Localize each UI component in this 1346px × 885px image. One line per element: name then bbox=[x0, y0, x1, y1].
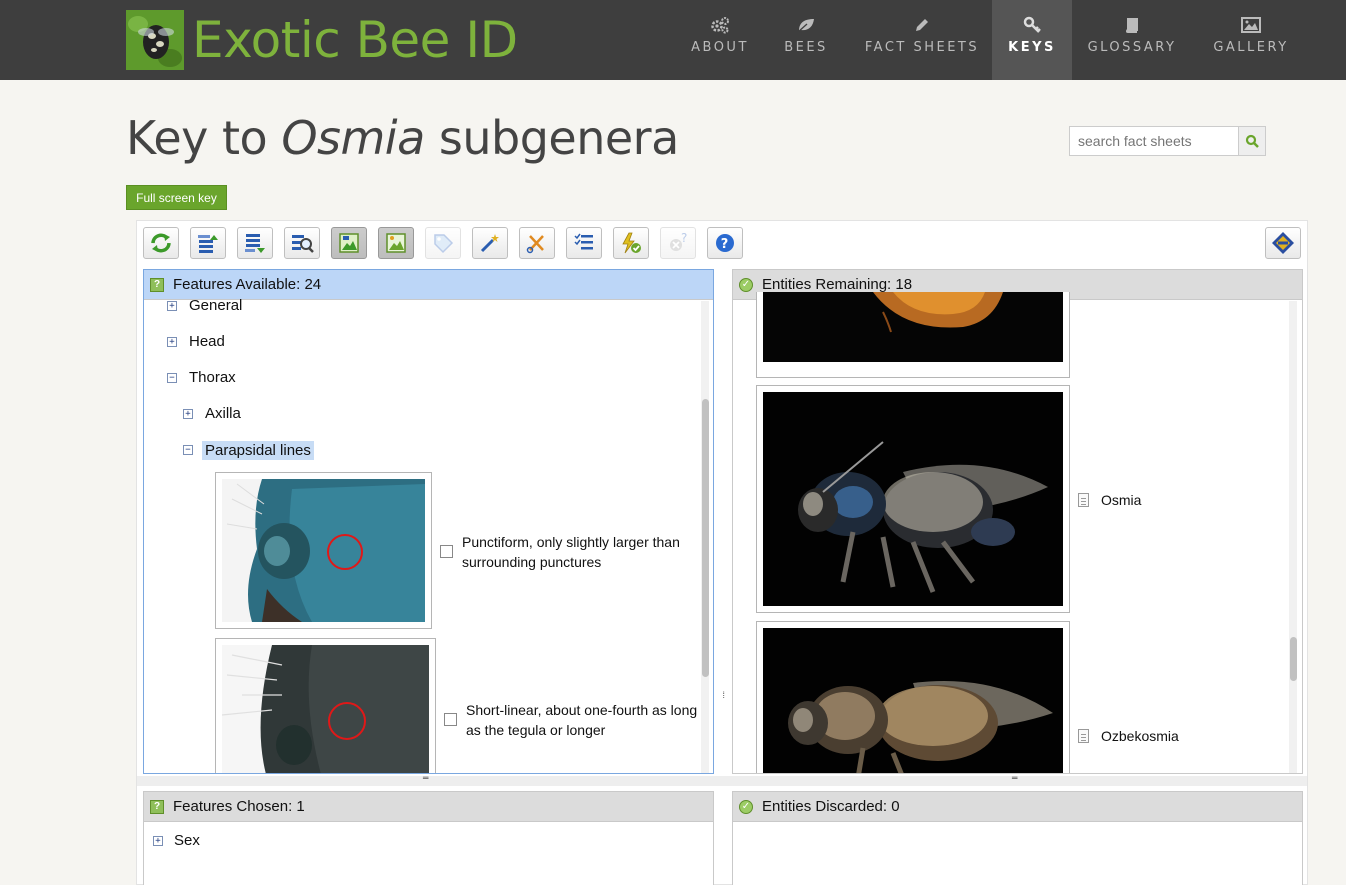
picture-icon bbox=[1241, 14, 1261, 36]
features-chosen-header: ? Features Chosen: 1 bbox=[144, 792, 713, 822]
entity-image-previous[interactable] bbox=[756, 292, 1070, 378]
lucid-key-player: ? ? ? Features Available: 24 + General +… bbox=[136, 220, 1308, 885]
leaf-icon bbox=[797, 14, 815, 36]
pencil-icon bbox=[914, 14, 930, 36]
main-nav: ABOUT BEES FACT SHEETS KEYS GLOSSARY GAL… bbox=[680, 0, 1310, 80]
tree-node-parapsidal-lines[interactable]: − Parapsidal lines bbox=[183, 441, 314, 460]
expand-icon[interactable]: + bbox=[153, 836, 163, 846]
entity-ozbekosmia[interactable]: Ozbekosmia bbox=[1078, 728, 1179, 744]
prune-button[interactable] bbox=[519, 227, 555, 259]
gears-icon bbox=[710, 14, 730, 36]
expand-icon[interactable]: + bbox=[183, 409, 193, 419]
horizontal-splitter-grip-left[interactable]: ═ bbox=[423, 774, 428, 784]
move-up-button[interactable] bbox=[190, 227, 226, 259]
help-disabled-icon: ? bbox=[670, 232, 687, 251]
key-icon bbox=[1023, 14, 1041, 36]
state-checkbox-punctiform[interactable] bbox=[440, 545, 453, 558]
find-feature-button[interactable] bbox=[284, 227, 320, 259]
entities-remaining-panel: ✓ Entities Remaining: 18 Osmia Ozbekosmi… bbox=[732, 269, 1303, 774]
features-icon: ? bbox=[150, 799, 164, 814]
features-icon: ? bbox=[150, 277, 164, 292]
best-feature-button[interactable] bbox=[472, 227, 508, 259]
full-screen-key-button[interactable]: Full screen key bbox=[126, 185, 227, 210]
page-title: Key to Osmia subgenera bbox=[126, 111, 679, 165]
state-image-punctiform[interactable] bbox=[215, 472, 432, 629]
horizontal-splitter-grip-right[interactable]: ═ bbox=[1012, 774, 1017, 784]
svg-text:?: ? bbox=[681, 232, 687, 245]
help-button[interactable]: ? bbox=[707, 227, 743, 259]
restart-key-button[interactable] bbox=[143, 227, 179, 259]
search-fact-sheets-input[interactable] bbox=[1069, 126, 1239, 156]
nav-bees[interactable]: BEES bbox=[760, 0, 852, 80]
find-icon bbox=[292, 235, 314, 253]
checklist-icon bbox=[574, 233, 593, 250]
check-circle-icon: ✓ bbox=[739, 799, 753, 814]
entities-discarded-header: ✓ Entities Discarded: 0 bbox=[733, 792, 1302, 822]
title-genus: Osmia bbox=[281, 111, 425, 165]
chosen-feature-sex[interactable]: + Sex bbox=[153, 832, 200, 849]
move-down-button[interactable] bbox=[237, 227, 273, 259]
magic-wand-icon bbox=[480, 234, 499, 253]
book-icon bbox=[1124, 14, 1140, 36]
lucid-logo-icon bbox=[1272, 232, 1294, 254]
tree-node-thorax[interactable]: − Thorax bbox=[167, 369, 236, 386]
horizontal-splitter[interactable] bbox=[137, 776, 1307, 786]
entity-image-ozbekosmia[interactable] bbox=[756, 621, 1070, 773]
lucid-info-button[interactable] bbox=[1265, 227, 1301, 259]
site-title[interactable]: Exotic Bee ID bbox=[192, 8, 518, 72]
features-scrollbar[interactable] bbox=[701, 301, 709, 773]
entity-image-osmia[interactable] bbox=[756, 385, 1070, 613]
image-toggle-button[interactable] bbox=[378, 227, 414, 259]
nav-fact-sheets[interactable]: FACT SHEETS bbox=[852, 0, 992, 80]
fact-sheet-icon[interactable] bbox=[1078, 493, 1089, 507]
vertical-splitter-grip[interactable]: ⁞ bbox=[721, 691, 726, 701]
tag-button[interactable] bbox=[425, 227, 461, 259]
entities-discarded-panel: ✓ Entities Discarded: 0 bbox=[732, 791, 1303, 885]
scissors-icon bbox=[526, 235, 544, 254]
move-up-icon bbox=[198, 235, 218, 253]
check-button[interactable] bbox=[613, 227, 649, 259]
help-icon: ? bbox=[716, 234, 734, 252]
image-view-button[interactable] bbox=[331, 227, 367, 259]
image-view-icon bbox=[339, 233, 359, 253]
restart-icon bbox=[151, 233, 171, 253]
state-checkbox-short-linear[interactable] bbox=[444, 713, 457, 726]
features-available-panel: ? Features Available: 24 + General + Hea… bbox=[143, 269, 714, 774]
tree-node-general[interactable]: + General bbox=[167, 297, 242, 314]
nav-gallery[interactable]: GALLERY bbox=[1192, 0, 1310, 80]
expand-icon[interactable]: + bbox=[167, 301, 177, 311]
search-button[interactable] bbox=[1238, 126, 1266, 156]
lightning-check-icon bbox=[622, 232, 641, 254]
tag-icon bbox=[434, 234, 454, 254]
features-available-header: ? Features Available: 24 bbox=[144, 270, 713, 300]
nav-about[interactable]: ABOUT bbox=[680, 0, 760, 80]
state-label-short-linear[interactable]: Short-linear, about one-fourth as long a… bbox=[466, 700, 706, 740]
tree-node-head[interactable]: + Head bbox=[167, 333, 225, 350]
features-chosen-panel: ? Features Chosen: 1 + Sex bbox=[143, 791, 714, 885]
nav-glossary[interactable]: GLOSSARY bbox=[1072, 0, 1192, 80]
differences-button[interactable]: ? bbox=[660, 227, 696, 259]
collapse-icon[interactable]: − bbox=[167, 373, 177, 383]
features-scrollbar-thumb[interactable] bbox=[702, 399, 709, 677]
tree-node-axilla[interactable]: + Axilla bbox=[183, 405, 241, 422]
collapse-icon[interactable]: − bbox=[183, 445, 193, 455]
feature-list-button[interactable] bbox=[566, 227, 602, 259]
entities-scrollbar[interactable] bbox=[1289, 301, 1297, 773]
site-logo-image[interactable] bbox=[126, 10, 184, 70]
image-toggle-icon bbox=[386, 233, 406, 253]
state-image-short-linear[interactable] bbox=[215, 638, 436, 773]
entity-osmia[interactable]: Osmia bbox=[1078, 492, 1141, 508]
expand-icon[interactable]: + bbox=[167, 337, 177, 347]
entities-scrollbar-thumb[interactable] bbox=[1290, 637, 1297, 681]
svg-text:?: ? bbox=[721, 237, 729, 252]
fact-sheet-icon[interactable] bbox=[1078, 729, 1089, 743]
state-label-punctiform[interactable]: Punctiform, only slightly larger than su… bbox=[462, 532, 702, 572]
check-circle-icon: ✓ bbox=[739, 277, 753, 292]
top-navigation-bar: Exotic Bee ID ABOUT BEES FACT SHEETS KEY… bbox=[0, 0, 1346, 80]
key-toolbar: ? ? bbox=[137, 221, 1307, 267]
search-icon bbox=[1245, 134, 1259, 148]
nav-keys[interactable]: KEYS bbox=[992, 0, 1072, 80]
move-down-icon bbox=[245, 234, 265, 253]
